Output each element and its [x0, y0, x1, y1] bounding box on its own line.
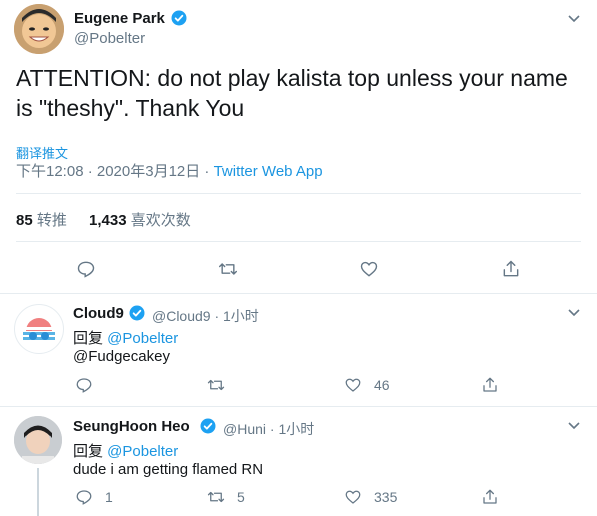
retweet-icon	[218, 263, 238, 275]
reply-icon	[77, 261, 95, 278]
handle[interactable]: @Huni	[223, 421, 266, 437]
divider	[16, 193, 581, 194]
avatar[interactable]	[14, 416, 62, 464]
share-button[interactable]	[501, 259, 521, 279]
retweet-icon	[207, 379, 225, 391]
reply-handle-time: @Huni · 1小时	[223, 419, 314, 439]
verified-icon	[200, 418, 216, 434]
avatar[interactable]	[14, 4, 64, 54]
chevron-down-icon[interactable]	[567, 12, 581, 26]
reply-icon	[76, 490, 92, 505]
reply-prefix: 回复	[73, 443, 108, 460]
reply-button[interactable]: 1	[75, 488, 113, 506]
timestamp[interactable]: 下午12:08 · 2020年3月12日 ·	[16, 163, 214, 180]
display-name[interactable]: Cloud9	[73, 305, 124, 322]
divider	[16, 241, 581, 242]
like-count: 46	[374, 377, 390, 393]
display-name[interactable]: Eugene Park	[74, 10, 165, 27]
thread-line	[37, 468, 39, 516]
display-name[interactable]: SeungHoon Heo	[73, 418, 190, 435]
share-button[interactable]	[481, 376, 499, 394]
tweet-meta: 下午12:08 · 2020年3月12日 · Twitter Web App	[16, 160, 323, 181]
retweet-button[interactable]	[207, 376, 237, 394]
replying-to: 回复 @Pobelter	[73, 440, 178, 461]
share-icon	[483, 377, 497, 392]
mention-link[interactable]: @Pobelter	[107, 443, 178, 460]
chevron-down-icon[interactable]	[567, 419, 581, 433]
tweet-text: ATTENTION: do not play kalista top unles…	[16, 65, 568, 121]
retweet-label[interactable]: 转推	[37, 212, 67, 229]
like-count[interactable]: 1,433	[89, 212, 127, 229]
like-icon	[345, 490, 361, 504]
share-icon	[503, 260, 519, 277]
like-button[interactable]	[359, 259, 379, 279]
chevron-down-icon[interactable]	[567, 306, 581, 320]
reply-button[interactable]	[75, 376, 105, 394]
like-button[interactable]: 335	[344, 488, 397, 506]
handle[interactable]: @Pobelter	[74, 30, 145, 47]
reply-text: dude i am getting flamed RN	[73, 461, 264, 478]
reply-prefix: 回复	[73, 330, 108, 347]
mention-link[interactable]: @Pobelter	[107, 330, 178, 347]
retweet-count[interactable]: 85	[16, 212, 33, 229]
like-count: 335	[374, 489, 398, 505]
share-button[interactable]	[481, 488, 499, 506]
reply-tweet[interactable]: SeungHoon Heo @Huni · 1小时 回复 @Pobelter d…	[0, 407, 597, 516]
retweet-count: 5	[237, 489, 245, 505]
like-icon	[345, 378, 361, 392]
reply-icon	[76, 378, 92, 393]
like-button[interactable]: 46	[344, 376, 390, 394]
reply-handle-time: @Cloud9 · 1小时	[152, 306, 259, 326]
mention-link[interactable]: @Fudgecakey	[73, 348, 170, 365]
retweet-button[interactable]	[218, 259, 238, 279]
like-icon	[360, 261, 378, 277]
reply-count: 1	[105, 489, 113, 505]
timestamp[interactable]: · 1小时	[266, 421, 314, 437]
source-link[interactable]: Twitter Web App	[214, 163, 323, 180]
timestamp[interactable]: · 1小时	[211, 308, 258, 324]
reply-tweet[interactable]: Cloud9 @Cloud9 · 1小时 回复 @Pobelter @Fudge…	[0, 294, 597, 407]
verified-icon	[129, 305, 145, 321]
share-icon	[483, 489, 497, 504]
reply-button[interactable]	[76, 259, 96, 279]
verified-icon	[171, 10, 187, 26]
avatar[interactable]	[14, 304, 64, 354]
main-tweet: Eugene Park @Pobelter ATTENTION: do not …	[0, 0, 597, 294]
retweet-icon	[207, 491, 225, 503]
like-label[interactable]: 喜欢次数	[131, 212, 191, 229]
tweet-stats: 85 转推 1,433 喜欢次数	[16, 209, 209, 230]
retweet-button[interactable]: 5	[207, 488, 245, 506]
replying-to: 回复 @Pobelter	[73, 327, 178, 348]
handle[interactable]: @Cloud9	[152, 308, 211, 324]
